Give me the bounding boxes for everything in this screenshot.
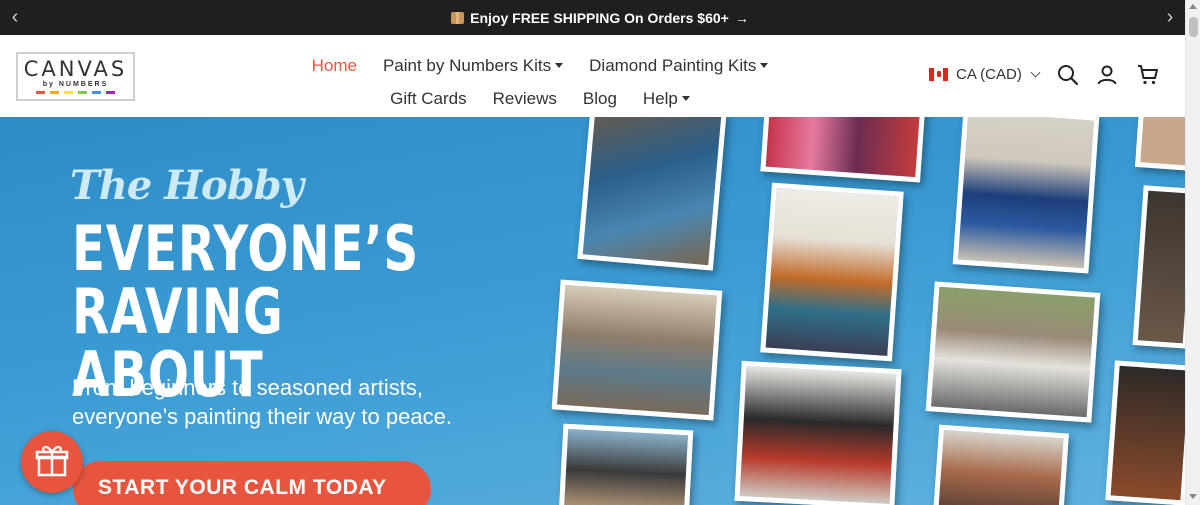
hero-subtext: From beginners to seasoned artists, ever…	[72, 373, 502, 431]
search-icon[interactable]	[1056, 63, 1080, 87]
nav-reviews[interactable]: Reviews	[493, 89, 557, 109]
nav-home-label: Home	[311, 55, 357, 75]
hero-headline-line-1: EVERYONE’S	[72, 212, 420, 285]
chevron-left-icon[interactable]: ‹	[5, 7, 25, 27]
currency-selector[interactable]: CA (CAD)	[929, 66, 1041, 83]
arrow-right-icon: →	[734, 9, 749, 26]
nav-blog-label: Blog	[582, 88, 617, 108]
start-calm-button[interactable]: START YOUR CALM TODAY	[73, 461, 431, 505]
collage-photo	[933, 424, 1069, 505]
cart-icon[interactable]	[1136, 63, 1160, 87]
collage-photo	[1105, 360, 1185, 505]
nav-paint-by-numbers[interactable]: Paint by Numbers Kits	[382, 55, 564, 76]
scrollbar-thumb[interactable]	[1189, 17, 1198, 37]
package-icon	[451, 11, 465, 24]
nav-diamond-painting-label: Diamond Painting Kits	[589, 55, 757, 75]
gift-button[interactable]	[21, 431, 83, 493]
announcement-text: Enjoy FREE SHIPPING On Orders $60+	[470, 9, 729, 26]
currency-label: CA (CAD)	[956, 66, 1022, 83]
gift-icon	[35, 446, 69, 477]
scroll-down-icon[interactable]	[1189, 494, 1197, 499]
nav-gift-cards[interactable]: Gift Cards	[390, 89, 467, 109]
caret-down-icon	[681, 96, 690, 101]
collage-photo	[1134, 117, 1185, 172]
logo-sub: by NUMBERS	[42, 81, 109, 88]
nav-row-1: Home Paint by Numbers Kits Diamond Paint…	[300, 49, 780, 82]
nav-gift-cards-label: Gift Cards	[390, 88, 467, 108]
caret-down-icon	[760, 63, 769, 68]
collage-photo	[952, 117, 1100, 274]
hero-tagline: The Hobby	[70, 162, 304, 209]
nav-reviews-label: Reviews	[492, 88, 557, 108]
logo-word: CANVAS	[23, 57, 128, 81]
site-header: CANVAS by NUMBERS Home Paint by Numbers …	[0, 35, 1185, 117]
chevron-down-icon	[1030, 67, 1041, 78]
nav-help-label: Help	[642, 88, 678, 108]
collage-photo	[1132, 185, 1185, 349]
scroll-up-icon[interactable]	[1189, 4, 1197, 9]
hero-banner: The Hobby EVERYONE’S RAVING ABOUT From b…	[0, 117, 1185, 505]
collage-photo	[558, 423, 694, 505]
page-scrollbar[interactable]	[1185, 0, 1200, 505]
hero-subtext-line-1: From beginners to seasoned artists,	[72, 375, 423, 400]
collage-photo	[760, 117, 926, 183]
nav-blog[interactable]: Blog	[583, 89, 617, 109]
collage-photo	[734, 360, 902, 505]
nav-row-2: Gift Cards Reviews Blog Help	[300, 82, 780, 115]
chevron-right-icon[interactable]: ›	[1160, 7, 1180, 27]
nav-paint-by-numbers-label: Paint by Numbers Kits	[382, 55, 552, 75]
announcement-bar: ‹ Enjoy FREE SHIPPING On Orders $60+ → ›	[0, 0, 1200, 35]
collage-photo	[577, 117, 727, 271]
canada-flag-icon	[929, 68, 948, 81]
collage-photo	[551, 279, 723, 421]
nav-help[interactable]: Help	[643, 89, 690, 109]
logo[interactable]: CANVAS by NUMBERS	[16, 52, 135, 101]
caret-down-icon	[555, 63, 564, 68]
nav-home[interactable]: Home	[312, 56, 357, 76]
account-icon[interactable]	[1095, 63, 1119, 87]
nav-diamond-painting[interactable]: Diamond Painting Kits	[589, 55, 769, 76]
main-nav: Home Paint by Numbers Kits Diamond Paint…	[300, 49, 780, 115]
announcement-message[interactable]: Enjoy FREE SHIPPING On Orders $60+ →	[451, 10, 749, 26]
collage-photo	[925, 281, 1101, 423]
collage-photo	[760, 182, 904, 362]
logo-stripes	[36, 91, 115, 94]
hero-subtext-line-2: everyone’s painting their way to peace.	[72, 404, 452, 429]
